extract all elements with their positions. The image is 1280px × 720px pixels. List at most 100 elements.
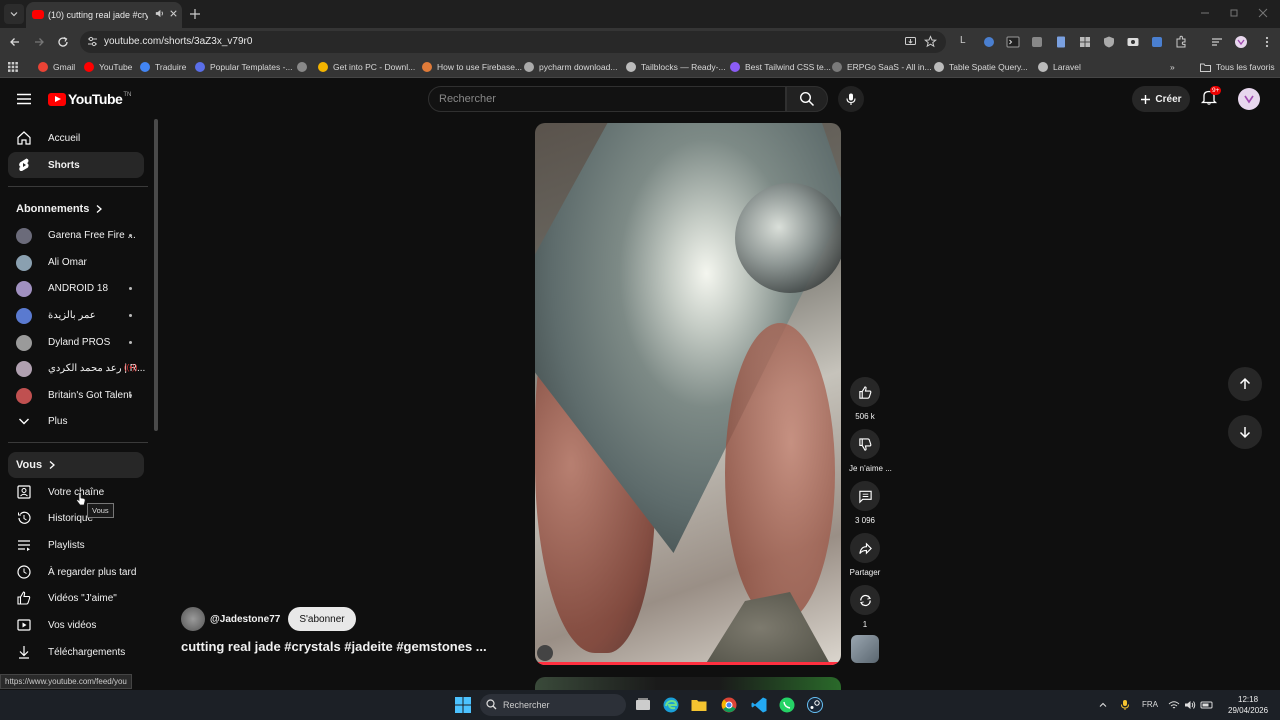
install-app-icon[interactable] (904, 35, 917, 48)
minimize-window-icon[interactable] (1198, 6, 1212, 20)
sidebar-item-history[interactable]: Historique (8, 505, 144, 531)
bookmark-star-icon[interactable] (924, 35, 937, 48)
tab-search-dropdown-icon[interactable] (4, 4, 24, 24)
volume-icon[interactable] (1184, 699, 1196, 711)
tab-close-icon[interactable] (168, 8, 179, 19)
vscode-icon[interactable] (750, 696, 768, 714)
extension-blue-square-icon[interactable] (1150, 35, 1164, 49)
voice-search-button[interactable] (838, 86, 864, 112)
next-short-button[interactable] (1228, 415, 1262, 449)
bookmark-item[interactable]: Traduire (140, 60, 186, 74)
account-avatar[interactable] (1238, 88, 1260, 110)
terminal-extension-icon[interactable] (1006, 35, 1020, 49)
bookmark-item[interactable]: YouTube (84, 60, 132, 74)
sidebar-item-liked-videos[interactable]: Vidéos "J'aime" (8, 585, 144, 611)
bookmark-item[interactable] (297, 60, 312, 74)
extension-camera-icon[interactable] (1126, 35, 1140, 49)
battery-icon[interactable] (1200, 699, 1214, 711)
wifi-icon[interactable] (1168, 699, 1180, 711)
chevron-up-icon[interactable] (1098, 700, 1108, 710)
search-button[interactable] (786, 86, 828, 112)
channel-avatar[interactable] (181, 607, 205, 631)
edge-browser-icon[interactable] (662, 696, 680, 714)
sidebar-item-subscription[interactable]: Ali Omar (8, 249, 144, 275)
bookmark-item[interactable]: Laravel (1038, 60, 1081, 74)
sidebar-item-subscription[interactable]: ANDROID 18 (8, 275, 144, 301)
address-bar[interactable]: youtube.com/shorts/3aZ3x_v79r0 (80, 31, 946, 53)
all-bookmarks-folder[interactable]: Tous les favoris (1200, 60, 1275, 74)
bookmark-item[interactable]: ERPGo SaaS - All in... (832, 60, 932, 74)
bookmarks-overflow-icon[interactable]: » (1170, 60, 1175, 74)
site-info-icon[interactable] (86, 35, 99, 48)
notifications-bell-icon[interactable]: 9+ (1200, 86, 1222, 106)
whatsapp-icon[interactable] (778, 696, 796, 714)
bookmark-item[interactable]: Tailblocks — Ready-... (626, 60, 726, 74)
channel-name[interactable]: @Jadestone77 (210, 614, 280, 625)
extension-circle-icon[interactable] (982, 35, 996, 49)
share-button[interactable]: Partager (849, 533, 881, 577)
dislike-button[interactable]: Je n'aime ... (849, 429, 892, 473)
close-window-icon[interactable] (1256, 6, 1270, 20)
sidebar-item-shorts[interactable]: Shorts (8, 152, 144, 178)
reload-icon[interactable] (54, 33, 72, 51)
extension-doc-icon[interactable] (1054, 35, 1068, 49)
bookmark-item[interactable]: pycharm download... (524, 60, 617, 74)
sidebar-item-more[interactable]: Plus (8, 408, 144, 434)
subscribe-button[interactable]: S'abonner (288, 607, 356, 631)
bookmark-item[interactable]: How to use Firebase... (422, 60, 522, 74)
short-title[interactable]: cutting real jade #crystals #jadeite #ge… (181, 639, 487, 654)
sidebar-item-playlists[interactable]: Playlists (8, 532, 144, 558)
reading-list-icon[interactable] (1210, 35, 1224, 49)
extension-shield-icon[interactable] (1102, 35, 1116, 49)
youtube-logo[interactable]: YouTube TN (48, 91, 131, 107)
file-explorer-icon[interactable] (690, 696, 708, 714)
new-tab-plus-icon[interactable] (186, 5, 204, 23)
video-progress-bar[interactable] (535, 662, 841, 665)
sidebar-item-your-videos[interactable]: Vos vidéos (8, 612, 144, 638)
language-indicator[interactable]: FRA (1142, 700, 1158, 709)
profile-avatar-icon[interactable] (1234, 35, 1248, 49)
subscriptions-header[interactable]: Abonnements (16, 203, 103, 215)
sound-thumbnail[interactable] (851, 635, 879, 663)
task-view-icon[interactable] (634, 696, 652, 714)
restore-window-icon[interactable] (1227, 6, 1241, 20)
comments-button[interactable]: 3 096 (849, 481, 881, 525)
bookmark-item[interactable]: Table Spatie Query... (934, 60, 1028, 74)
taskbar-clock[interactable]: 12:18 29/04/2026 (1228, 694, 1268, 716)
sidebar-item-downloads[interactable]: Téléchargements (8, 639, 144, 665)
like-button[interactable]: 506 k (849, 377, 881, 421)
extension-l-icon[interactable]: L (960, 35, 974, 49)
steam-icon[interactable] (806, 696, 824, 714)
sidebar-item-home[interactable]: Accueil (8, 125, 144, 151)
search-input[interactable] (439, 93, 769, 105)
extensions-puzzle-icon[interactable] (1174, 35, 1188, 49)
create-button[interactable]: Créer (1132, 86, 1190, 112)
tab-audio-icon[interactable] (154, 8, 165, 19)
sidebar-scrollbar[interactable] (154, 119, 158, 431)
chrome-icon[interactable] (720, 696, 738, 714)
sidebar-item-subscription[interactable]: Garena Free Fire ... (8, 222, 144, 248)
short-video-player[interactable] (535, 123, 841, 665)
bookmark-item[interactable]: Gmail (38, 60, 75, 74)
previous-short-button[interactable] (1228, 367, 1262, 401)
extension-square-icon[interactable] (1030, 35, 1044, 49)
taskbar-search[interactable]: Rechercher (480, 694, 626, 716)
remix-button[interactable]: 1 (849, 585, 881, 629)
bookmark-item[interactable]: Get into PC - Downl... (318, 60, 415, 74)
windows-start-icon[interactable] (455, 697, 471, 713)
sidebar-item-watch-later[interactable]: À regarder plus tard (8, 559, 144, 585)
sidebar-item-subscription[interactable]: Dyland PROS (8, 329, 144, 355)
hamburger-menu-icon[interactable] (15, 90, 33, 108)
forward-arrow-icon[interactable] (30, 33, 48, 51)
apps-grid-icon[interactable] (8, 60, 18, 74)
bookmark-item[interactable]: Popular Templates -... (195, 60, 293, 74)
sidebar-item-subscription[interactable]: Britain's Got Talent (8, 382, 144, 408)
browser-tab-active[interactable]: (10) cutting real jade #crystals (26, 2, 182, 28)
sidebar-item-subscription[interactable]: رعد محمد الكردي | R... ((•)) (8, 355, 145, 381)
microphone-icon[interactable] (1120, 699, 1130, 711)
sidebar-item-subscription[interactable]: عمر بالزيدة (8, 302, 144, 328)
back-arrow-icon[interactable] (6, 33, 24, 51)
browser-menu-icon[interactable] (1260, 35, 1274, 49)
extension-grid-icon[interactable] (1078, 35, 1092, 49)
bookmark-item[interactable]: Best Tailwind CSS te... (730, 60, 831, 74)
